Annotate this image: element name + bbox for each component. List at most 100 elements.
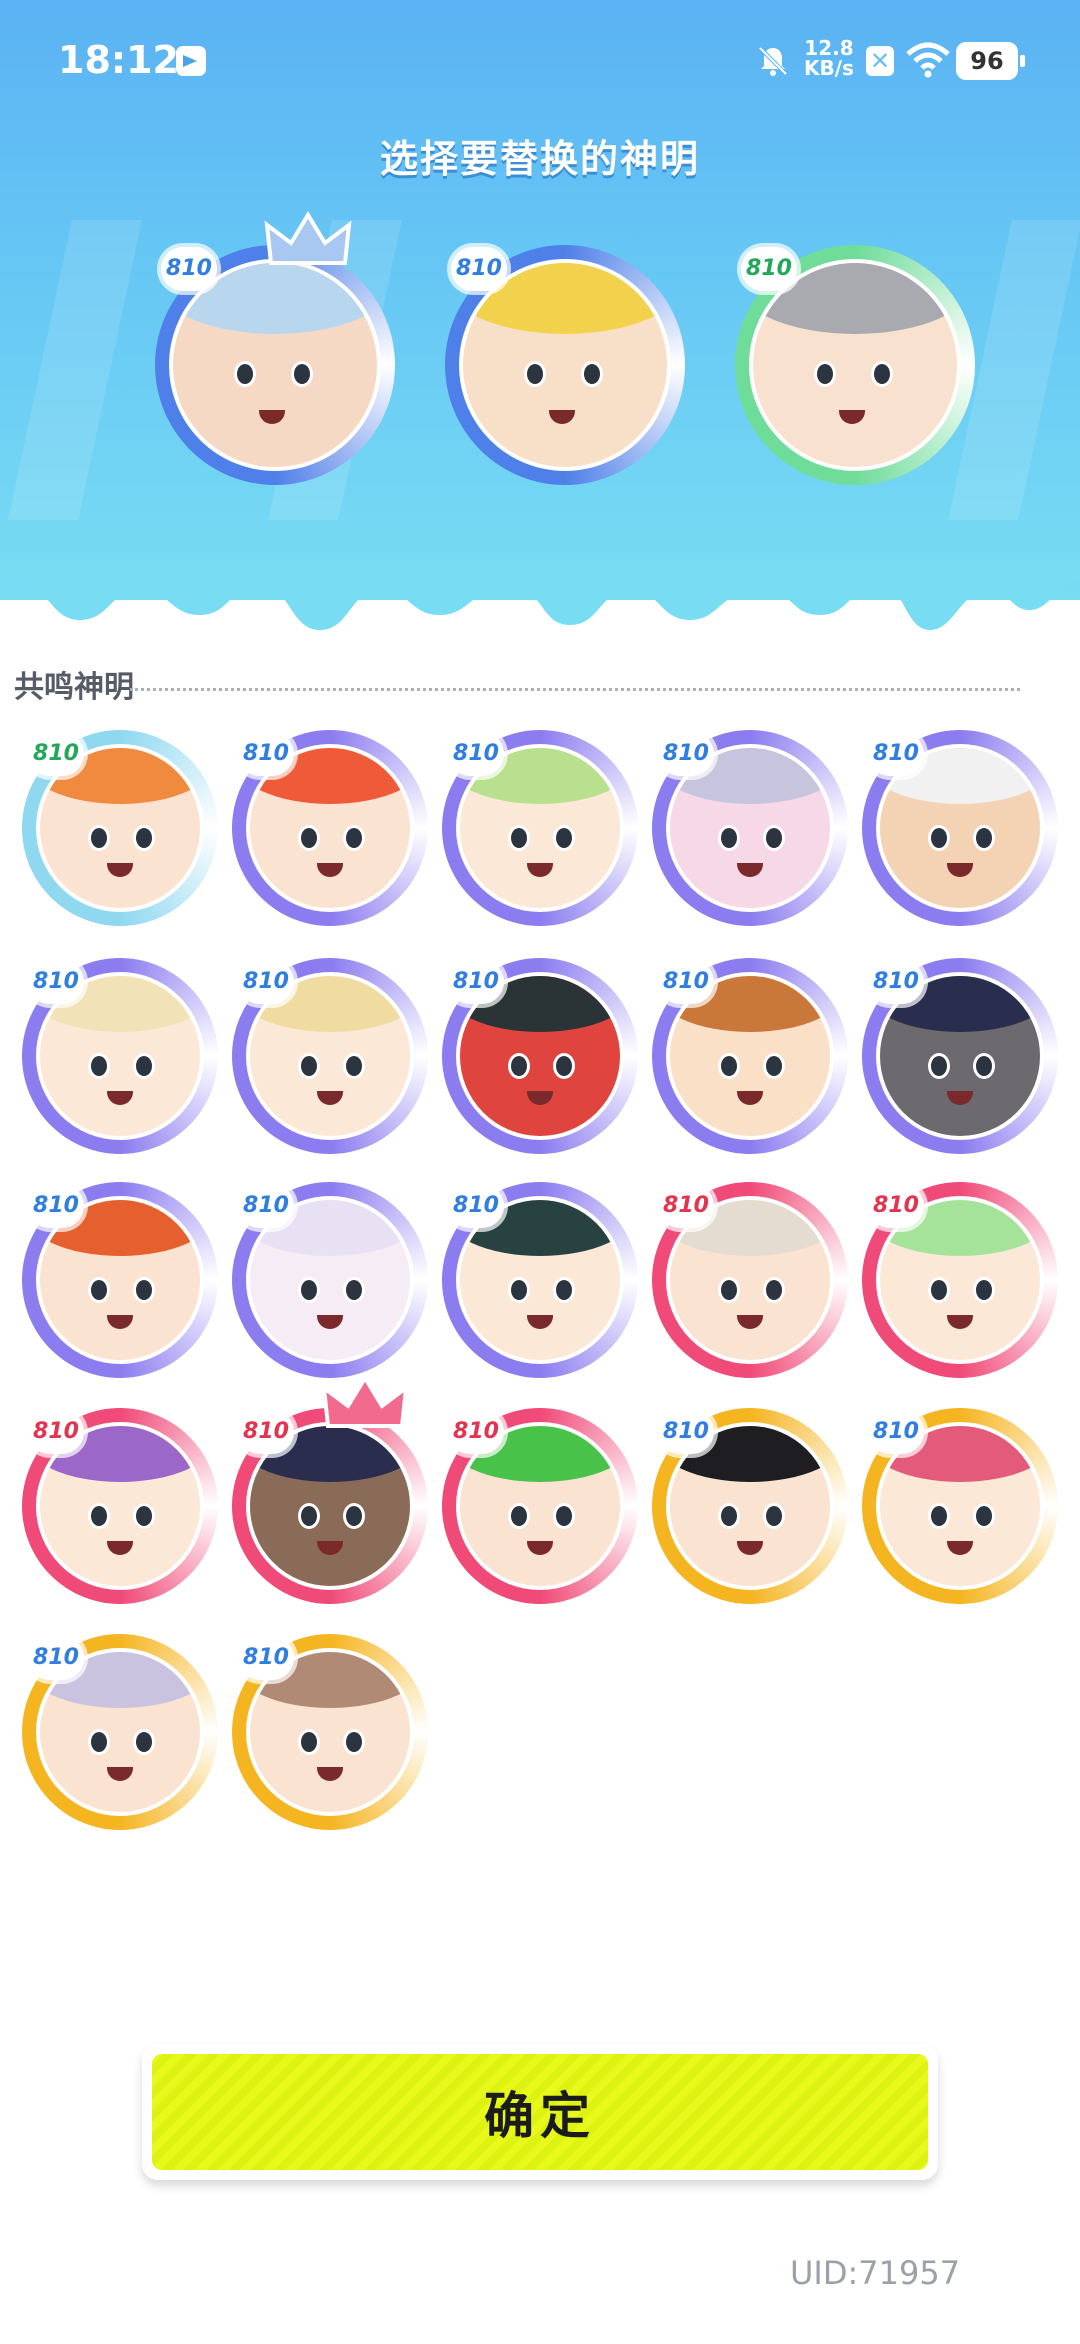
god-avatar[interactable]: 810	[652, 730, 848, 926]
god-mouth	[107, 1767, 134, 1782]
header-stripe	[8, 220, 142, 520]
level-badge: 810	[448, 1410, 504, 1454]
god-mouth	[548, 409, 575, 424]
god-eye	[871, 360, 894, 387]
god-mouth	[947, 1541, 974, 1556]
god-eye	[88, 1502, 110, 1529]
god-eye	[342, 1502, 365, 1529]
god-eye	[298, 824, 320, 851]
god-avatar[interactable]: 810	[22, 1182, 218, 1378]
bell-muted-icon	[758, 46, 788, 76]
god-eye	[508, 1502, 530, 1529]
god-eye	[972, 824, 995, 851]
god-avatar[interactable]: 810	[22, 958, 218, 1154]
god-eye	[298, 1276, 320, 1303]
god-avatar[interactable]: 810	[22, 730, 218, 926]
confirm-button-label: 确定	[152, 2054, 928, 2170]
god-mouth	[527, 1541, 554, 1556]
level-badge: 810	[868, 960, 924, 1004]
god-eye	[508, 824, 530, 851]
network-speed-value: 12.8	[804, 36, 854, 60]
crown-icon	[321, 1374, 409, 1428]
god-avatar[interactable]: 810	[442, 1408, 638, 1604]
level-badge: 810	[741, 247, 797, 291]
section-divider	[130, 688, 1020, 691]
god-eye	[762, 1276, 785, 1303]
god-mouth	[737, 1091, 764, 1106]
level-badge: 810	[28, 1636, 84, 1680]
god-avatar[interactable]: 810	[735, 245, 975, 485]
god-mouth	[947, 1091, 974, 1106]
level-badge: 810	[868, 1184, 924, 1228]
god-avatar[interactable]: 810	[22, 1408, 218, 1604]
god-avatar[interactable]: 810	[155, 211, 395, 485]
page-title: 选择要替换的神明	[379, 137, 700, 181]
god-avatar[interactable]: 810	[862, 730, 1058, 926]
god-avatar[interactable]: 810	[862, 1182, 1058, 1378]
god-avatar[interactable]: 810	[22, 1634, 218, 1830]
god-mouth	[737, 1315, 764, 1330]
confirm-button[interactable]: 确定	[142, 2044, 938, 2180]
section-label: 共鸣神明	[14, 670, 134, 705]
god-avatar[interactable]: 810	[232, 1182, 428, 1378]
god-eye	[814, 360, 837, 387]
level-badge: 810	[28, 960, 84, 1004]
network-speed: 12.8 KB/s	[804, 38, 854, 78]
god-mouth	[737, 1541, 764, 1556]
battery-indicator: 96	[956, 42, 1025, 80]
god-avatar[interactable]: 810	[442, 958, 638, 1154]
god-avatar[interactable]: 810	[652, 1408, 848, 1604]
level-badge: 810	[238, 1410, 294, 1454]
god-avatar[interactable]: 810	[232, 1634, 428, 1830]
god-mouth	[317, 1767, 344, 1782]
level-badge: 810	[658, 960, 714, 1004]
telegram-icon	[176, 46, 206, 76]
level-badge: 810	[238, 960, 294, 1004]
god-eye	[762, 1052, 785, 1079]
drip-divider	[0, 560, 1080, 630]
level-badge: 810	[448, 960, 504, 1004]
god-eye	[88, 1276, 110, 1303]
god-eye	[298, 1728, 320, 1755]
god-avatar[interactable]: 810	[232, 1374, 428, 1604]
god-eye	[132, 1502, 155, 1529]
god-mouth	[737, 863, 764, 878]
level-badge: 810	[238, 1636, 294, 1680]
god-mouth	[317, 1541, 344, 1556]
god-eye	[132, 1276, 155, 1303]
god-eye	[342, 824, 365, 851]
god-avatar[interactable]: 810	[862, 958, 1058, 1154]
level-badge: 810	[28, 1184, 84, 1228]
god-mouth	[317, 1315, 344, 1330]
god-avatar[interactable]: 810	[445, 245, 685, 485]
god-eye	[718, 824, 740, 851]
level-badge: 810	[448, 732, 504, 776]
god-avatar[interactable]: 810	[442, 1182, 638, 1378]
level-badge: 810	[451, 247, 507, 291]
god-avatar[interactable]: 810	[232, 730, 428, 926]
god-avatar[interactable]: 810	[862, 1408, 1058, 1604]
level-badge: 810	[868, 1410, 924, 1454]
god-mouth	[317, 1091, 344, 1106]
god-mouth	[527, 1315, 554, 1330]
god-eye	[342, 1052, 365, 1079]
level-badge: 810	[448, 1184, 504, 1228]
god-eye	[132, 1052, 155, 1079]
level-badge: 810	[868, 732, 924, 776]
god-avatar[interactable]: 810	[652, 958, 848, 1154]
god-eye	[342, 1276, 365, 1303]
god-eye	[972, 1276, 995, 1303]
god-avatar[interactable]: 810	[232, 958, 428, 1154]
level-badge: 810	[658, 732, 714, 776]
level-badge: 810	[28, 732, 84, 776]
god-avatar[interactable]: 810	[652, 1182, 848, 1378]
god-eye	[552, 1276, 575, 1303]
god-avatar[interactable]: 810	[442, 730, 638, 926]
god-eye	[88, 1728, 110, 1755]
god-mouth	[838, 409, 865, 424]
god-mouth	[107, 1541, 134, 1556]
god-eye	[508, 1276, 530, 1303]
god-mouth	[107, 863, 134, 878]
god-eye	[718, 1276, 740, 1303]
crown-icon	[264, 211, 352, 265]
